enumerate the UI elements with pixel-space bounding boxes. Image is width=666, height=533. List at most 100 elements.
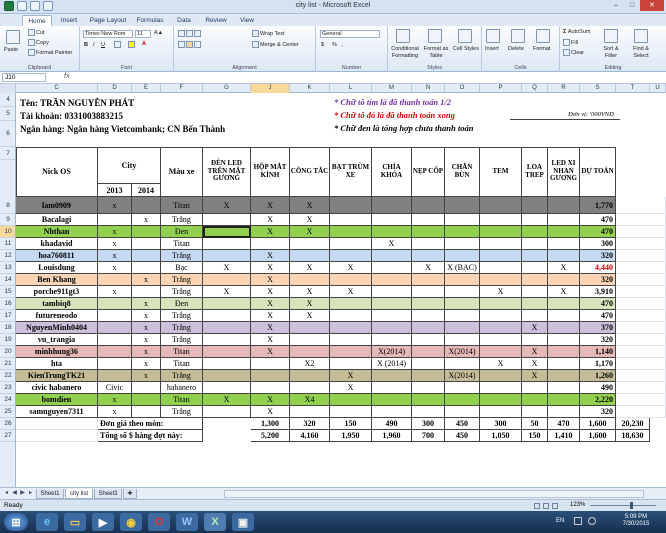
city-2014-cell[interactable]: x — [132, 334, 161, 346]
zoom-level[interactable]: 123% — [570, 502, 585, 508]
cell-styles-button[interactable]: Cell Styles — [452, 46, 480, 53]
header-item-7[interactable]: CHẮN BÙN — [445, 147, 480, 197]
item-cell[interactable] — [445, 334, 480, 346]
horizontal-scrollbar[interactable] — [224, 490, 644, 498]
item-cell[interactable]: X — [203, 262, 251, 274]
item-cell[interactable] — [203, 346, 251, 358]
maximize-button[interactable]: □ — [624, 0, 640, 11]
item-cell[interactable] — [445, 250, 480, 262]
item-cell[interactable] — [445, 214, 480, 226]
item-cell[interactable]: X — [330, 370, 372, 382]
column-header-l[interactable]: L — [330, 84, 372, 93]
color-cell[interactable]: Titan — [161, 358, 203, 370]
wrap-text-button[interactable]: Wrap Text — [252, 30, 285, 38]
row-header-24[interactable]: 24 — [0, 394, 15, 406]
header-item-5[interactable]: CHÌA KHÓA — [372, 147, 412, 197]
format-painter-button[interactable]: Format Painter — [28, 49, 72, 57]
font-size-select[interactable]: 11 — [135, 30, 151, 38]
item-cell[interactable] — [522, 262, 548, 274]
item-cell[interactable] — [290, 346, 330, 358]
tab-data[interactable]: Data — [171, 15, 197, 26]
item-cell[interactable] — [372, 394, 412, 406]
column-header-k[interactable]: K — [290, 84, 330, 93]
borders-icon[interactable] — [114, 41, 122, 49]
cut-button[interactable]: Cut — [28, 29, 45, 37]
total-row-value[interactable]: 5,200 — [251, 430, 290, 442]
header-item-9[interactable]: LOA TREP — [522, 147, 548, 197]
item-cell[interactable] — [330, 250, 372, 262]
nick-cell[interactable]: KienTrungTK21 — [16, 370, 98, 382]
item-cell[interactable] — [480, 334, 522, 346]
tab-home[interactable]: Home — [22, 15, 52, 26]
empty-cell[interactable] — [616, 358, 666, 370]
item-cell[interactable]: X (2014) — [372, 358, 412, 370]
empty-cell[interactable] — [616, 197, 666, 214]
city-2014-cell[interactable] — [132, 226, 161, 238]
total-cell[interactable]: 490 — [580, 382, 616, 394]
item-cell[interactable] — [480, 298, 522, 310]
nick-cell[interactable]: futureneodo — [16, 310, 98, 322]
row-header-22[interactable]: 22 — [0, 370, 15, 382]
number-format-select[interactable]: General — [320, 30, 380, 38]
item-cell[interactable] — [412, 286, 445, 298]
item-cell[interactable] — [203, 298, 251, 310]
item-cell[interactable]: X — [251, 298, 290, 310]
color-cell[interactable]: Trắng — [161, 274, 203, 286]
item-cell[interactable] — [372, 310, 412, 322]
item-cell[interactable] — [412, 334, 445, 346]
item-cell[interactable] — [480, 370, 522, 382]
price-row-value[interactable]: 50 — [522, 418, 548, 430]
color-cell[interactable]: Bạc — [161, 262, 203, 274]
item-cell[interactable] — [522, 406, 548, 418]
item-cell[interactable]: X — [290, 226, 330, 238]
price-row-value[interactable]: 300 — [480, 418, 522, 430]
item-cell[interactable]: X — [522, 358, 548, 370]
font-name-select[interactable]: Times New Rom — [83, 30, 133, 38]
city-2013-cell[interactable]: x — [98, 238, 132, 250]
price-row-label[interactable]: Đơn giá theo món: — [98, 418, 203, 430]
item-cell[interactable] — [290, 334, 330, 346]
item-cell[interactable] — [251, 358, 290, 370]
row-header-23[interactable]: 23 — [0, 382, 15, 394]
row-header-15[interactable]: 15 — [0, 286, 15, 298]
nick-cell[interactable]: khadavid — [16, 238, 98, 250]
item-cell[interactable]: X(2014) — [445, 370, 480, 382]
delete-cells-icon[interactable] — [511, 29, 525, 43]
item-cell[interactable] — [522, 382, 548, 394]
item-cell[interactable]: X — [290, 262, 330, 274]
item-cell[interactable] — [522, 226, 548, 238]
first-sheet-icon[interactable]: ◂ — [3, 490, 10, 497]
item-cell[interactable] — [372, 370, 412, 382]
item-cell[interactable] — [290, 238, 330, 250]
item-cell[interactable] — [548, 346, 580, 358]
item-cell[interactable]: X — [251, 274, 290, 286]
city-2014-cell[interactable]: x — [132, 310, 161, 322]
item-cell[interactable] — [480, 406, 522, 418]
row-header-21[interactable]: 21 — [0, 358, 15, 370]
item-cell[interactable] — [522, 250, 548, 262]
city-2014-cell[interactable] — [132, 394, 161, 406]
item-cell[interactable] — [522, 238, 548, 250]
row-header-25[interactable]: 25 — [0, 406, 15, 418]
name-box[interactable]: J10 — [2, 73, 46, 82]
header-2013[interactable]: 2013 — [98, 184, 132, 197]
item-cell[interactable]: X — [290, 310, 330, 322]
total-row-value[interactable]: 1,050 — [480, 430, 522, 442]
item-cell[interactable]: X (BẠC) — [445, 262, 480, 274]
item-cell[interactable] — [445, 382, 480, 394]
internet-explorer-icon[interactable]: e — [36, 513, 58, 531]
clear-button[interactable]: Clear — [563, 49, 584, 57]
nick-cell[interactable]: vu_trangia — [16, 334, 98, 346]
nick-cell[interactable]: Bacalagi — [16, 214, 98, 226]
city-2013-cell[interactable]: Civic — [98, 382, 132, 394]
zoom-slider[interactable] — [590, 505, 656, 506]
tab-view[interactable]: View — [235, 15, 259, 26]
item-cell[interactable]: X — [330, 286, 372, 298]
color-cell[interactable]: Trắng — [161, 214, 203, 226]
total-cell[interactable]: 470 — [580, 226, 616, 238]
item-cell[interactable]: X — [522, 322, 548, 334]
item-cell[interactable]: X — [251, 310, 290, 322]
item-cell[interactable] — [290, 370, 330, 382]
item-cell[interactable] — [480, 238, 522, 250]
item-cell[interactable]: X — [372, 238, 412, 250]
